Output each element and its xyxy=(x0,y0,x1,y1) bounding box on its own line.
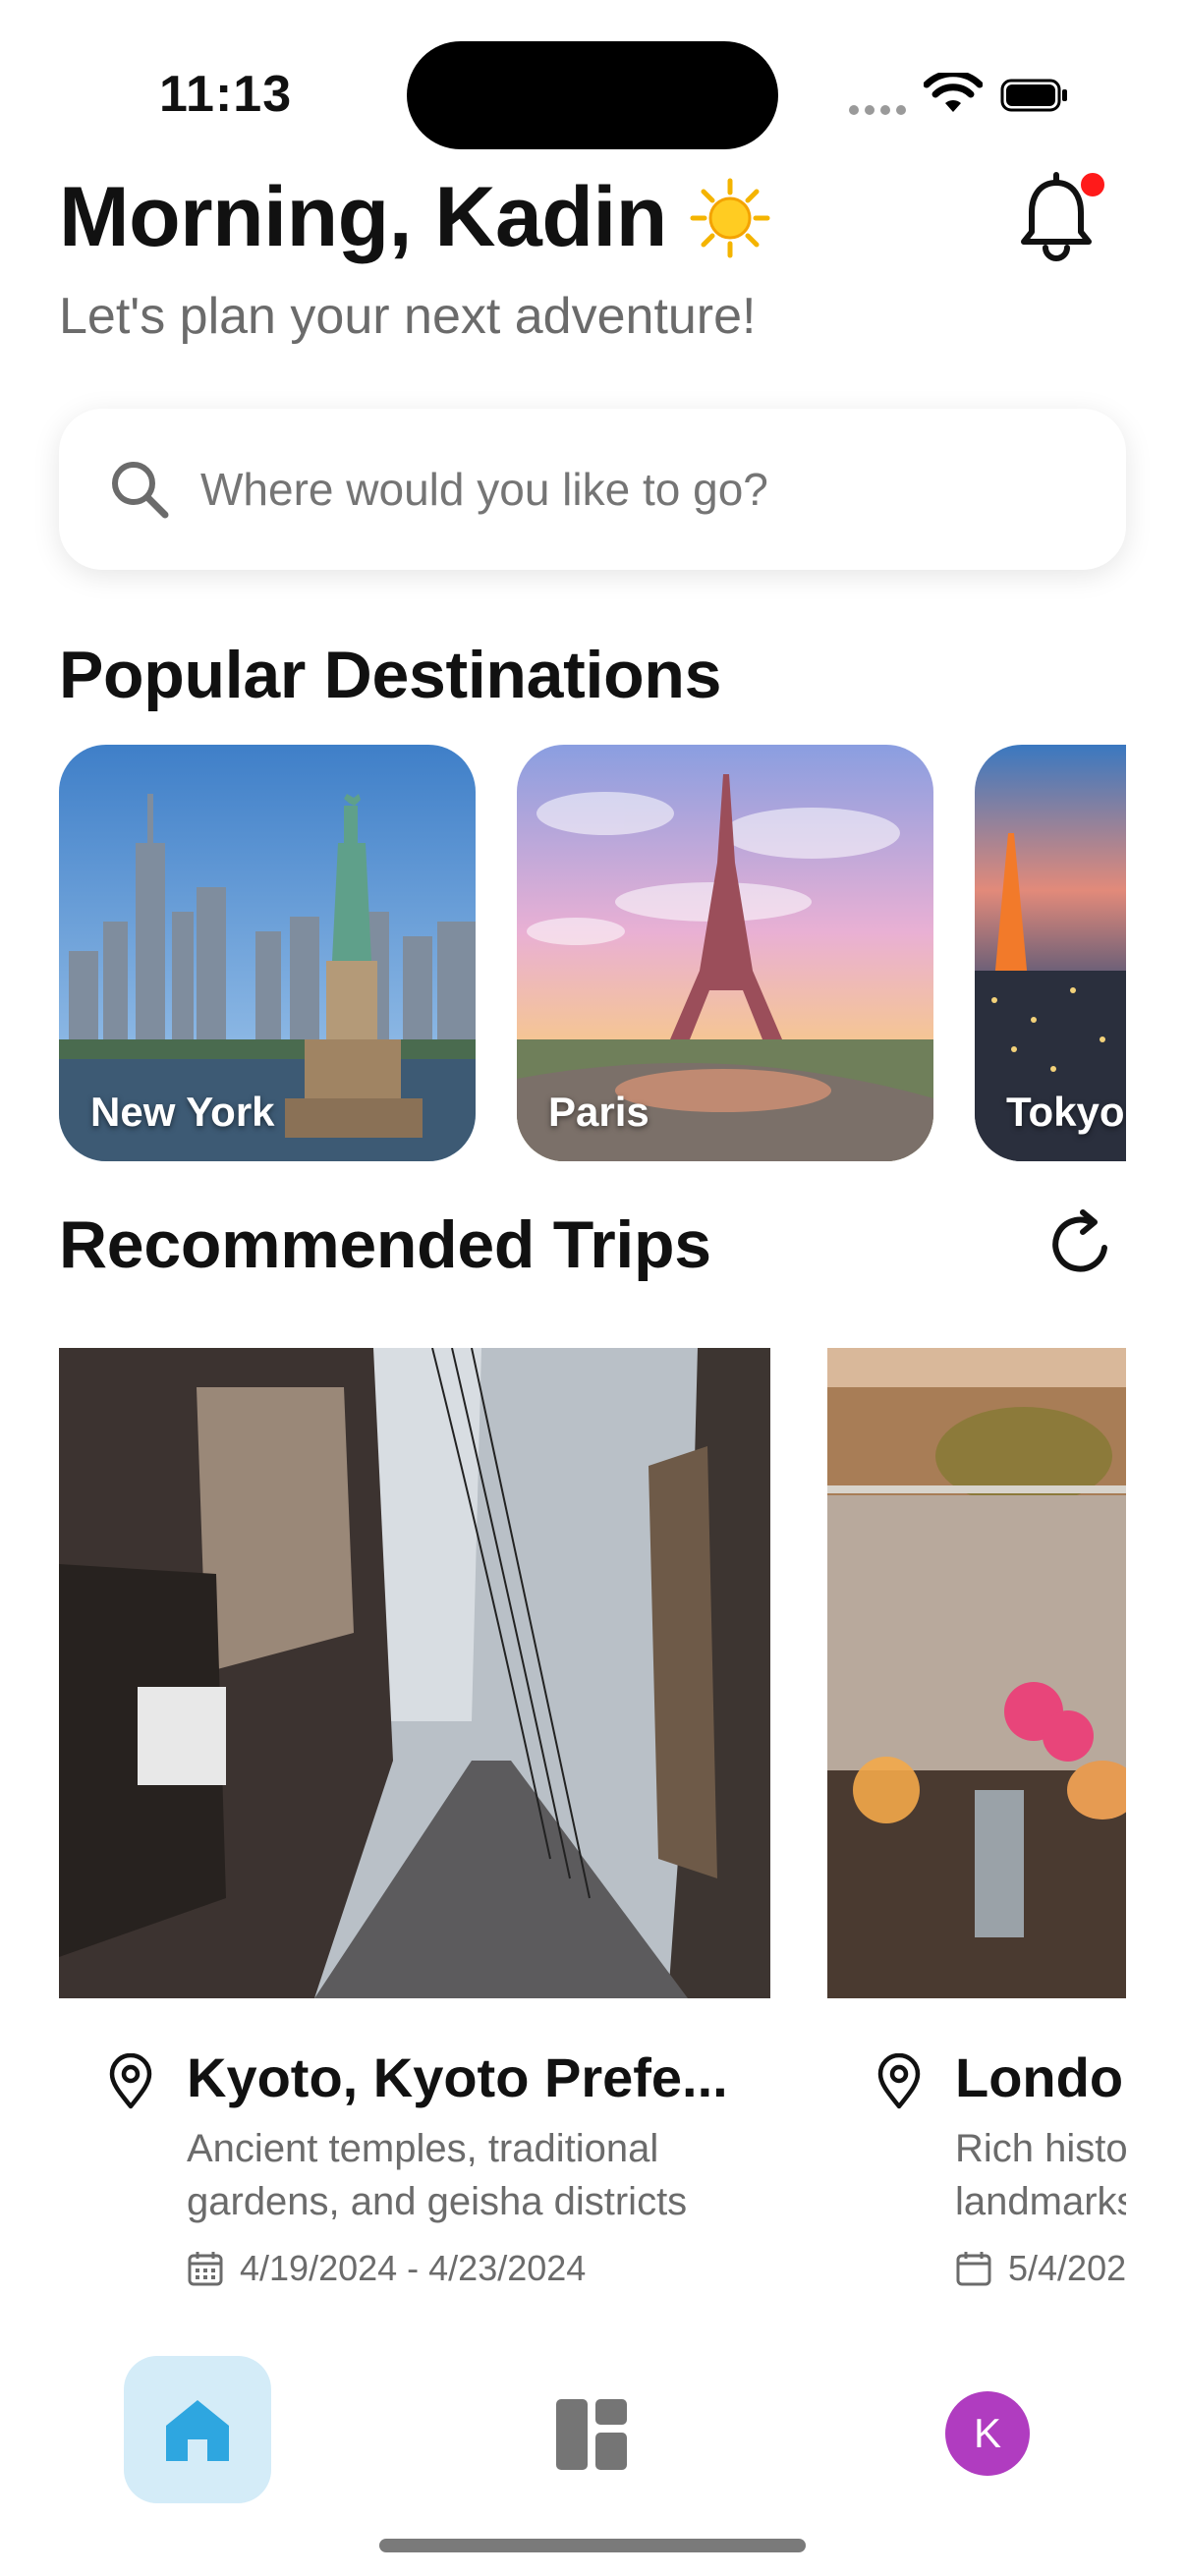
location-pin-icon xyxy=(109,2053,152,2109)
wifi-icon xyxy=(924,73,983,112)
london-image xyxy=(827,1348,1126,1998)
popular-destinations-title: Popular Destinations xyxy=(59,638,722,712)
trip-title: Kyoto, Kyoto Prefe... xyxy=(187,2046,728,2108)
greeting-text: Morning, Kadin xyxy=(59,170,667,264)
layout-icon[interactable] xyxy=(550,2393,633,2476)
search-bar[interactable] xyxy=(59,409,1126,570)
profile-avatar[interactable]: K xyxy=(945,2391,1030,2476)
location-pin-icon xyxy=(877,2053,921,2109)
tab-home[interactable] xyxy=(124,2356,271,2503)
refresh-icon[interactable] xyxy=(1047,1208,1116,1281)
popular-destinations-carousel[interactable]: New York Paris Tokyo xyxy=(59,745,1126,1161)
search-input[interactable] xyxy=(198,462,1087,517)
trip-dates: 4/19/2024 - 4/23/2024 xyxy=(187,2248,586,2289)
destination-card-paris[interactable]: Paris xyxy=(517,745,933,1161)
destination-label: New York xyxy=(90,1089,275,1135)
cellular-signal-icon xyxy=(849,102,912,120)
search-icon xyxy=(112,462,169,519)
dynamic-island xyxy=(407,41,778,149)
calendar-icon xyxy=(956,2252,991,2286)
recommended-trips-title: Recommended Trips xyxy=(59,1207,711,1282)
destination-label: Tokyo xyxy=(1006,1089,1125,1135)
sun-icon xyxy=(690,178,770,257)
destination-card-tokyo[interactable]: Tokyo xyxy=(975,745,1126,1161)
trip-card-london[interactable]: London Rich history and iconic landmarks… xyxy=(827,1348,1126,2291)
status-time: 11:13 xyxy=(159,66,293,123)
notification-badge xyxy=(1077,169,1108,200)
trip-description: Rich history and iconic landmarks xyxy=(955,2127,1126,2223)
trip-dates-text: 4/19/2024 - 4/23/2024 xyxy=(240,2248,587,2288)
home-indicator xyxy=(379,2539,806,2552)
greeting-subtitle: Let's plan your next adventure! xyxy=(59,288,757,345)
recommended-trips-carousel[interactable]: Kyoto, Kyoto Prefe... Ancient temples, t… xyxy=(59,1348,1126,2291)
trip-title: London xyxy=(955,2046,1126,2108)
destination-card-new-york[interactable]: New York xyxy=(59,745,476,1161)
home-icon xyxy=(166,2400,229,2461)
destination-label: Paris xyxy=(548,1089,649,1135)
trip-description: Ancient temples, traditional gardens, an… xyxy=(187,2127,688,2223)
trip-dates-text: 5/4/2024 xyxy=(1008,2248,1126,2288)
calendar-icon xyxy=(188,2252,223,2286)
battery-icon xyxy=(1000,79,1067,112)
trip-dates: 5/4/2024 xyxy=(955,2248,1126,2289)
greeting-heading: Morning, Kadin xyxy=(59,169,771,266)
status-bar: 11:13 xyxy=(0,0,1185,149)
trip-card-kyoto[interactable]: Kyoto, Kyoto Prefe... Ancient temples, t… xyxy=(59,1348,770,2291)
kyoto-image xyxy=(59,1348,770,1998)
